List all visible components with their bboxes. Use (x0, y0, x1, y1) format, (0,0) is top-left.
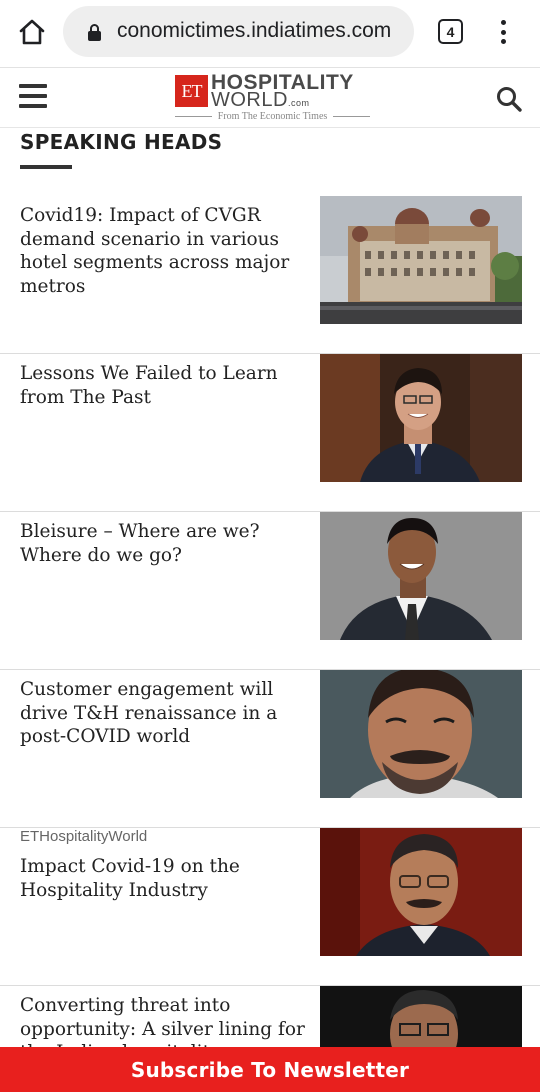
more-menu-icon[interactable] (492, 18, 514, 46)
home-button[interactable] (14, 16, 50, 48)
section-title: SPEAKING HEADS (20, 130, 223, 154)
article-item[interactable]: Customer engagement will drive T&H renai… (0, 670, 540, 828)
article-title[interactable]: Customer engagement will drive T&H renai… (20, 678, 305, 749)
browser-toolbar: conomictimes.indiatimes.com 4 (0, 0, 540, 68)
article-title[interactable]: Impact Covid-19 on the Hospitality Indus… (20, 855, 305, 902)
article-title[interactable]: Covid19: Impact of CVGR demand scenario … (20, 204, 305, 298)
address-bar[interactable]: conomictimes.indiatimes.com (63, 6, 414, 57)
logo-line2: WORLD.com (211, 89, 310, 111)
article-title[interactable]: Bleisure – Where are we? Where do we go? (20, 520, 305, 567)
site-header: ET HOSPITALITY WORLD.com From The Econom… (0, 68, 540, 128)
subscribe-label: Subscribe To Newsletter (130, 1057, 410, 1082)
home-icon (19, 19, 45, 45)
section-underline (20, 165, 72, 169)
article-item[interactable]: ETHospitalityWorld Impact Covid-19 on th… (0, 828, 540, 986)
logo-et-badge: ET (175, 75, 208, 107)
subscribe-newsletter-button[interactable]: Subscribe To Newsletter (0, 1047, 540, 1092)
article-item[interactable]: Lessons We Failed to Learn from The Past (0, 354, 540, 512)
article-title[interactable]: Lessons We Failed to Learn from The Past (20, 362, 305, 409)
article-thumbnail[interactable] (320, 354, 522, 482)
url-text: conomictimes.indiatimes.com (117, 19, 392, 42)
lock-icon (88, 24, 101, 41)
search-icon[interactable] (495, 85, 523, 113)
hamburger-menu-icon[interactable] (19, 84, 47, 108)
article-item[interactable]: Bleisure – Where are we? Where do we go? (0, 512, 540, 670)
article-item[interactable]: Covid19: Impact of CVGR demand scenario … (0, 196, 540, 354)
article-source: ETHospitalityWorld (20, 828, 148, 845)
article-thumbnail[interactable] (320, 670, 522, 798)
article-thumbnail[interactable] (320, 828, 522, 956)
site-logo[interactable]: ET HOSPITALITY WORLD.com From The Econom… (175, 71, 371, 123)
logo-tagline: From The Economic Times (175, 111, 371, 122)
tab-switcher-button[interactable]: 4 (438, 19, 463, 44)
article-thumbnail[interactable] (320, 196, 522, 324)
article-thumbnail[interactable] (320, 512, 522, 640)
